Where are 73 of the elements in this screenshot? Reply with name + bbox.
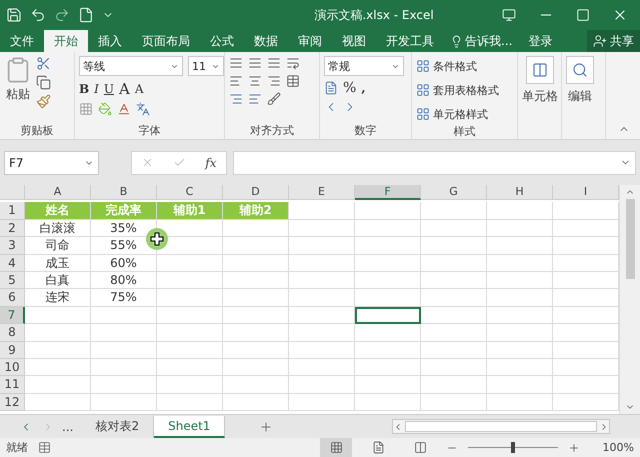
row-header[interactable]: 6 [0,289,25,307]
table-cell: 白真 [25,272,91,290]
more-sheets-button[interactable]: ... [54,420,82,434]
table-cell: 司命 [25,237,91,255]
sign-in-link[interactable]: 登录 [518,30,562,52]
column-header[interactable]: F [355,185,421,200]
column-header[interactable]: B [91,185,157,200]
grow-font-button[interactable]: A [119,80,130,98]
column-header[interactable]: C [157,185,223,200]
status-text: 就绪 [6,440,28,455]
group-label: 对齐方式 [249,123,295,139]
table-cell: 75% [91,289,157,307]
row-header[interactable]: 5 [0,272,25,290]
row-header[interactable]: 4 [0,254,25,272]
ribbon-tab[interactable]: 审阅 [288,30,332,52]
column-header[interactable]: A [25,185,91,200]
share-button[interactable]: 共享 [587,30,640,52]
ribbon-tab[interactable]: 页面布局 [132,30,200,52]
name-box[interactable]: F7 [4,150,99,174]
column-header[interactable]: I [553,185,619,200]
row-header[interactable]: 3 [0,237,25,255]
group-label: 字体 [138,123,162,139]
style-menu-button[interactable]: 条件格式 [416,56,477,76]
shrink-font-button[interactable]: A [134,82,144,96]
tell-me-field[interactable]: 告诉我... [444,30,518,52]
ribbon-tab[interactable]: 视图 [332,30,376,52]
table-cell: 完成率 [91,202,157,220]
ribbon-tab[interactable]: 开始 [44,30,88,52]
table-cell: 60% [91,254,157,272]
row-header[interactable]: 7 [0,306,25,324]
column-header[interactable]: D [223,185,289,200]
style-menu-button[interactable]: 单元格样式 [416,104,488,124]
underline-button[interactable]: U [104,82,114,96]
paste-button[interactable]: 粘贴 [4,56,32,123]
group-label: 样式 [452,124,476,139]
group-label: 数字 [354,123,378,139]
font-name-field[interactable]: 等线 [79,56,183,76]
ribbon-tab[interactable]: 开发工具 [376,30,444,52]
comma-button[interactable]: , [361,81,366,95]
ribbon-tab[interactable]: 插入 [88,30,132,52]
row-header[interactable]: 9 [0,342,25,359]
ribbon-tab[interactable]: 公式 [200,30,244,52]
row-header[interactable]: 10 [0,358,25,376]
zoom-level: 100% [602,441,634,454]
number-format-field[interactable]: 常规 [324,56,404,76]
column-header[interactable]: E [289,185,355,200]
ribbon-tab[interactable]: 数据 [244,30,288,52]
ribbon-tab[interactable]: 文件 [0,30,44,52]
bold-button[interactable]: B [79,82,90,96]
table-cell: 80% [91,272,157,290]
cells-button[interactable]: 单元格 [522,56,558,139]
table-cell: 辅助1 [157,202,223,220]
table-cell: 姓名 [25,202,91,220]
group-label: 剪贴板 [20,123,54,139]
row-header[interactable]: 2 [0,220,25,238]
insert-function-button[interactable]: fx [205,156,217,170]
italic-button[interactable]: I [94,82,99,96]
percent-button[interactable]: % [343,80,356,96]
font-size-field[interactable]: 11 [188,56,224,76]
row-header[interactable]: 11 [0,376,25,394]
row-header[interactable]: 12 [0,394,25,412]
table-cell: 成玉 [25,254,91,272]
row-header[interactable]: 1 [0,202,25,220]
column-header[interactable]: G [421,185,487,200]
editing-button[interactable]: 编辑 [566,56,594,139]
column-header[interactable]: H [487,185,553,200]
table-cell: 白滚滚 [25,220,91,238]
style-menu-button[interactable]: 套用表格格式 [416,80,499,100]
table-cell: 辅助2 [223,202,289,220]
table-cell: 连宋 [25,289,91,307]
window-title: 演示文稿.xlsx - Excel [313,6,435,24]
row-header[interactable]: 8 [0,324,25,342]
sheet-tab[interactable]: Sheet1 [154,416,226,438]
